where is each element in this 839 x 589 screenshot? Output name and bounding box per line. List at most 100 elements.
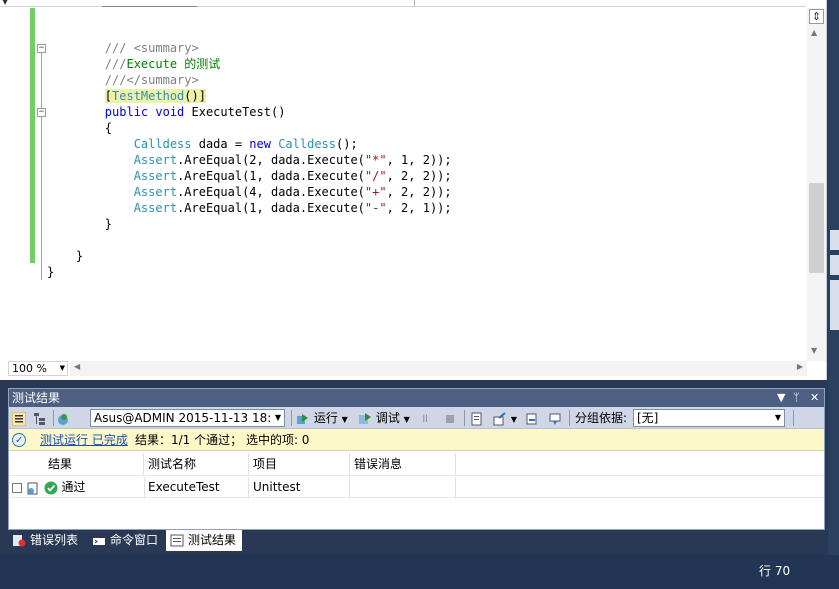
test-run-icon-button[interactable]	[56, 410, 70, 426]
scroll-right-icon[interactable]: ▶	[797, 362, 803, 371]
code-line[interactable]: }	[47, 264, 452, 280]
test-run-status-link[interactable]: 测试运行 已完成	[40, 429, 128, 451]
publish-button[interactable]: ▼	[493, 410, 517, 426]
scroll-thumb[interactable]	[809, 183, 824, 273]
tab-label: 命令窗口	[110, 533, 159, 547]
code-token: Assert	[133, 201, 178, 215]
code-token: "*"	[364, 153, 387, 167]
bottom-tool-tabs: 错误列表 命令窗口 测试结果	[8, 530, 825, 551]
code-token: , 2, 2));	[386, 169, 452, 183]
pause-icon: ॥	[421, 411, 429, 425]
code-line[interactable]: Assert.AreEqual(1, dada.Execute("-", 2, …	[47, 200, 452, 216]
code-line[interactable]: ///</summary>	[47, 72, 452, 88]
split-window-icon[interactable]: ⇕	[809, 9, 824, 24]
scroll-left-icon[interactable]: ◀	[74, 362, 80, 371]
code-text[interactable]: /// <summary> ///Execute 的测试 ///</summar…	[47, 40, 452, 280]
code-token: .AreEqual(4, dada.Execute(	[177, 185, 365, 199]
code-token: ///	[104, 57, 127, 71]
scroll-up-icon[interactable]: ▲	[811, 28, 817, 37]
column-header-select[interactable]	[10, 453, 44, 475]
error-list-icon	[13, 535, 26, 547]
code-line[interactable]: Assert.AreEqual(4, dada.Execute("+", 2, …	[47, 184, 452, 200]
zoom-dropdown[interactable]: 100 % ▼	[8, 361, 68, 376]
tree-view-button[interactable]	[33, 410, 47, 426]
change-tracking-bar	[30, 8, 35, 263]
column-header-error-message[interactable]: 错误消息	[350, 453, 456, 475]
code-line[interactable]: }	[47, 216, 452, 232]
group-by-dropdown[interactable]: [无] ▼	[633, 409, 785, 427]
pause-button[interactable]: ॥	[421, 410, 428, 426]
list-icon	[12, 411, 26, 426]
code-token: }	[104, 217, 113, 231]
code-token: [	[104, 89, 113, 103]
code-line[interactable]	[47, 232, 452, 248]
column-header-project[interactable]: 项目	[249, 453, 350, 475]
run-button[interactable]: 运行 ▼	[296, 410, 348, 426]
error-message-value	[350, 477, 456, 497]
tab-error-list[interactable]: 错误列表	[8, 530, 88, 551]
code-token: dada =	[191, 137, 250, 151]
panel-title: 测试结果	[12, 391, 61, 405]
debug-tests-icon	[359, 412, 371, 424]
tab-command-window[interactable]: 命令窗口	[88, 530, 166, 551]
row-checkbox[interactable]	[12, 482, 22, 493]
vertical-scrollbar[interactable]: ⇕ ▲ ▼	[807, 8, 826, 361]
run-label: 运行	[313, 411, 338, 425]
chevron-down-icon: ▼	[772, 410, 784, 426]
code-token: ///	[104, 73, 127, 87]
code-line[interactable]: [TestMethod()]	[47, 88, 452, 104]
side-tab[interactable]	[830, 255, 839, 275]
editor-navigation-bar: ▼	[0, 0, 806, 7]
debug-button[interactable]: 调试 ▼	[358, 410, 410, 426]
code-token: Assert	[133, 185, 178, 199]
type-dropdown[interactable]	[10, 0, 415, 7]
panel-title-bar[interactable]: 测试结果 ▼ ᛘ ✕	[9, 389, 824, 407]
side-tab[interactable]	[830, 230, 839, 250]
collapse-icon[interactable]: −	[37, 108, 46, 117]
column-header-result[interactable]: 结果	[44, 453, 144, 475]
filter-button[interactable]	[548, 410, 562, 426]
code-line[interactable]: Assert.AreEqual(1, dada.Execute("/", 2, …	[47, 168, 452, 184]
stop-icon	[446, 414, 454, 423]
code-token: .AreEqual(1, dada.Execute(	[177, 169, 365, 183]
close-icon[interactable]: ✕	[810, 389, 819, 407]
horizontal-scrollbar[interactable]: ◀ ▶	[70, 361, 807, 376]
code-token: }	[75, 249, 84, 263]
code-token: , 1, 2));	[386, 153, 452, 167]
code-line[interactable]: Calldess dada = new Calldess();	[47, 136, 452, 152]
code-token: <summary>	[133, 41, 199, 55]
code-editor[interactable]: ▼ − − /// <summary> ///Execute 的测试 ///</…	[0, 0, 827, 380]
tab-test-results[interactable]: 测试结果	[166, 530, 242, 551]
side-tab[interactable]	[830, 280, 839, 330]
test-run-icon	[58, 413, 68, 425]
pin-icon[interactable]: ᛘ	[793, 389, 800, 407]
result-value: 通过	[61, 480, 86, 494]
code-token: </summary>	[126, 73, 199, 87]
dropdown-arrow-icon[interactable]: ▼	[2, 0, 8, 6]
import-results-button[interactable]	[470, 410, 484, 426]
list-view-button[interactable]	[12, 410, 26, 426]
scroll-down-icon[interactable]: ▼	[811, 346, 817, 355]
test-run-selector[interactable]: Asus@ADMIN 2015-11-13 18:0 ▼	[90, 409, 285, 427]
code-token: ///	[104, 41, 134, 55]
group-by-label: 分组依据:	[575, 411, 628, 425]
filter-icon	[549, 413, 561, 425]
code-line[interactable]: }	[47, 248, 452, 264]
collapse-icon[interactable]: −	[37, 44, 46, 53]
debug-label: 调试	[375, 411, 400, 425]
member-dropdown[interactable]	[418, 0, 806, 7]
export-button[interactable]	[525, 410, 539, 426]
test-icon	[27, 482, 38, 494]
code-line[interactable]: Assert.AreEqual(2, dada.Execute("*", 1, …	[47, 152, 452, 168]
code-token: , 2, 1));	[386, 201, 452, 215]
code-line[interactable]: public void ExecuteTest()	[47, 104, 452, 120]
code-line[interactable]: /// <summary>	[47, 40, 452, 56]
column-header-test-name[interactable]: 测试名称	[144, 453, 249, 475]
chevron-down-icon: ▼	[341, 415, 348, 424]
dropdown-arrow-icon[interactable]: ▼	[777, 389, 785, 407]
stop-button[interactable]	[443, 410, 457, 426]
code-line[interactable]: ///Execute 的测试	[47, 56, 452, 72]
export-icon	[526, 413, 537, 424]
code-line[interactable]: {	[47, 120, 452, 136]
document-icon	[471, 412, 482, 425]
